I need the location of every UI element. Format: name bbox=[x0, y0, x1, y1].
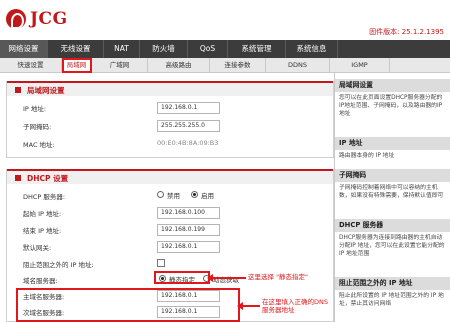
help-text: DHCP服务器为连接到路由器的主机自动分配IP 地址，您可以在此设置它能分配的 … bbox=[339, 235, 445, 257]
callout-select-static: 这里选择 "静态指定" bbox=[248, 273, 309, 281]
dhcp-end-input[interactable]: 192.168.0.199 bbox=[157, 224, 220, 236]
dhcp-block-label: 阻止范围之外的 IP 地址: bbox=[23, 261, 94, 269]
lan-mask-input[interactable]: 255.255.255.0 bbox=[157, 120, 220, 132]
lan-mask-row: 子网掩码: 255.255.255.0 bbox=[7, 119, 335, 134]
dns-mode-label: 域名服务器: bbox=[23, 277, 58, 285]
nav-wireless[interactable]: 无线设置 bbox=[48, 40, 104, 58]
dhcp-settings-title: DHCP 设置 bbox=[7, 169, 333, 184]
sub-nav: 快速设置 局域网 广域网 高级路由 连接参数 DDNS IGMP bbox=[0, 58, 450, 73]
lan-ip-row: IP 地址: 192.168.0.1 bbox=[7, 101, 335, 116]
dhcp-disable-label: 禁用 bbox=[167, 192, 180, 200]
callout-arrow-static bbox=[207, 274, 246, 282]
brand-icon bbox=[6, 9, 26, 29]
main-nav: 网络设置 无线设置 NAT 防火墙 QoS 系统管理 系统信息 bbox=[0, 40, 450, 58]
dhcp-server-label: DHCP 服务器: bbox=[23, 193, 66, 201]
help-title: DHCP 服务器 bbox=[335, 219, 450, 232]
subnav-advanced-routing[interactable]: 高级路由 bbox=[148, 58, 210, 73]
logo: JCG bbox=[6, 8, 68, 30]
lan-mac-label: MAC 地址: bbox=[23, 141, 55, 149]
nav-system-admin[interactable]: 系统管理 bbox=[228, 40, 286, 58]
dns-servers-highlight bbox=[16, 288, 240, 322]
help-text: 阻止此所设置的 IP 地址范围之外的 IP 地址，禁止其访问网络 bbox=[339, 293, 444, 307]
dhcp-enable-label: 启用 bbox=[201, 192, 214, 200]
help-text: 您可以在此页面设置DHCP服务器分配的IP地址范围、子网掩码，以及路由器的IP地… bbox=[339, 95, 443, 117]
nav-network-settings[interactable]: 网络设置 bbox=[0, 40, 48, 58]
lan-ip-input[interactable]: 192.168.0.1 bbox=[157, 102, 220, 114]
lan-settings-title: 局域网设置 bbox=[7, 81, 333, 96]
lan-mask-label: 子网掩码: bbox=[23, 123, 52, 131]
dhcp-end-row: 结束 IP 地址: 192.168.0.199 bbox=[7, 223, 335, 238]
nav-qos[interactable]: QoS bbox=[188, 40, 228, 58]
dhcp-block-row: 阻止范围之外的 IP 地址: bbox=[7, 257, 335, 272]
help-block-block-range: 阻止范围之外的 IP 地址 阻止此所设置的 IP 地址范围之外的 IP 地址，禁… bbox=[335, 277, 450, 308]
help-block-mask: 子网掩码 子网掩码控制着网络中可以容纳的主机数，如果没有特殊需要，保持默认值即可 bbox=[335, 169, 450, 200]
subnav-ddns[interactable]: DDNS bbox=[266, 58, 330, 73]
subnav-igmp[interactable]: IGMP bbox=[330, 58, 390, 73]
brand-name: JCG bbox=[30, 9, 68, 29]
dhcp-disable-radio[interactable] bbox=[157, 191, 164, 198]
help-sidebar: 局域网设置 您可以在此页面设置DHCP服务器分配的IP地址范围、子网掩码，以及路… bbox=[334, 73, 450, 322]
lan-settings-panel: 局域网设置 IP 地址: 192.168.0.1 子网掩码: 255.255.2… bbox=[6, 81, 334, 158]
main-content: 局域网设置 IP 地址: 192.168.0.1 子网掩码: 255.255.2… bbox=[0, 73, 334, 322]
help-block-ip: IP 地址 路由器本身的 IP 地址 bbox=[335, 137, 450, 160]
help-title: 局域网设置 bbox=[335, 79, 450, 92]
nav-nat[interactable]: NAT bbox=[104, 40, 140, 58]
help-title: 子网掩码 bbox=[335, 169, 450, 182]
dhcp-gateway-label: 默认网关: bbox=[23, 244, 52, 252]
subnav-lan[interactable]: 局域网 bbox=[62, 58, 92, 73]
help-text: 子网掩码控制着网络中可以容纳的主机数，如果没有特殊需要，保持默认值即可 bbox=[339, 185, 444, 199]
dns-dynamic-label: 动态获取 bbox=[213, 276, 239, 284]
dhcp-gateway-row: 默认网关: 192.168.0.1 bbox=[7, 240, 335, 255]
firmware-version: 固件版本: 25.1.2.1395 bbox=[369, 28, 444, 36]
help-block-dhcp: DHCP 服务器 DHCP服务器为连接到路由器的主机自动分配IP 地址，您可以在… bbox=[335, 219, 450, 258]
subnav-wan[interactable]: 广域网 bbox=[92, 58, 148, 73]
nav-firewall[interactable]: 防火墙 bbox=[140, 40, 188, 58]
dhcp-block-checkbox[interactable] bbox=[157, 259, 165, 267]
dhcp-enable-radio[interactable] bbox=[191, 191, 198, 198]
lan-ip-label: IP 地址: bbox=[23, 105, 47, 113]
help-text: 路由器本身的 IP 地址 bbox=[339, 153, 395, 159]
lan-mac-row: MAC 地址: 00:E0:4B:8A:09:B3 bbox=[7, 137, 335, 152]
callout-enter-dns: 在这里填入正确的DNS 服务器地址 bbox=[262, 298, 328, 314]
lan-mac-value: 00:E0:4B:8A:09:B3 bbox=[157, 139, 219, 147]
dhcp-gateway-input[interactable]: 192.168.0.1 bbox=[157, 241, 220, 253]
callout-arrow-dns bbox=[237, 302, 260, 310]
help-title: IP 地址 bbox=[335, 137, 450, 150]
dhcp-start-input[interactable]: 192.168.0.100 bbox=[157, 207, 220, 219]
help-block-lan: 局域网设置 您可以在此页面设置DHCP服务器分配的IP地址范围、子网掩码，以及路… bbox=[335, 79, 450, 118]
help-title: 阻止范围之外的 IP 地址 bbox=[335, 277, 450, 290]
router-admin-page: JCG 固件版本: 25.1.2.1395 网络设置 无线设置 NAT 防火墙 … bbox=[0, 0, 450, 322]
nav-system-info[interactable]: 系统信息 bbox=[286, 40, 338, 58]
header: JCG 固件版本: 25.1.2.1395 bbox=[0, 0, 450, 40]
dhcp-start-row: 起始 IP 地址: 192.168.0.100 bbox=[7, 206, 335, 221]
subnav-connection-params[interactable]: 连接参数 bbox=[210, 58, 266, 73]
subnav-quick-setup[interactable]: 快速设置 bbox=[0, 58, 62, 73]
dhcp-server-row: DHCP 服务器: 禁用 启用 bbox=[7, 189, 335, 204]
dhcp-start-label: 起始 IP 地址: bbox=[23, 210, 62, 218]
dns-static-highlight bbox=[154, 271, 210, 284]
dhcp-end-label: 结束 IP 地址: bbox=[23, 227, 62, 235]
